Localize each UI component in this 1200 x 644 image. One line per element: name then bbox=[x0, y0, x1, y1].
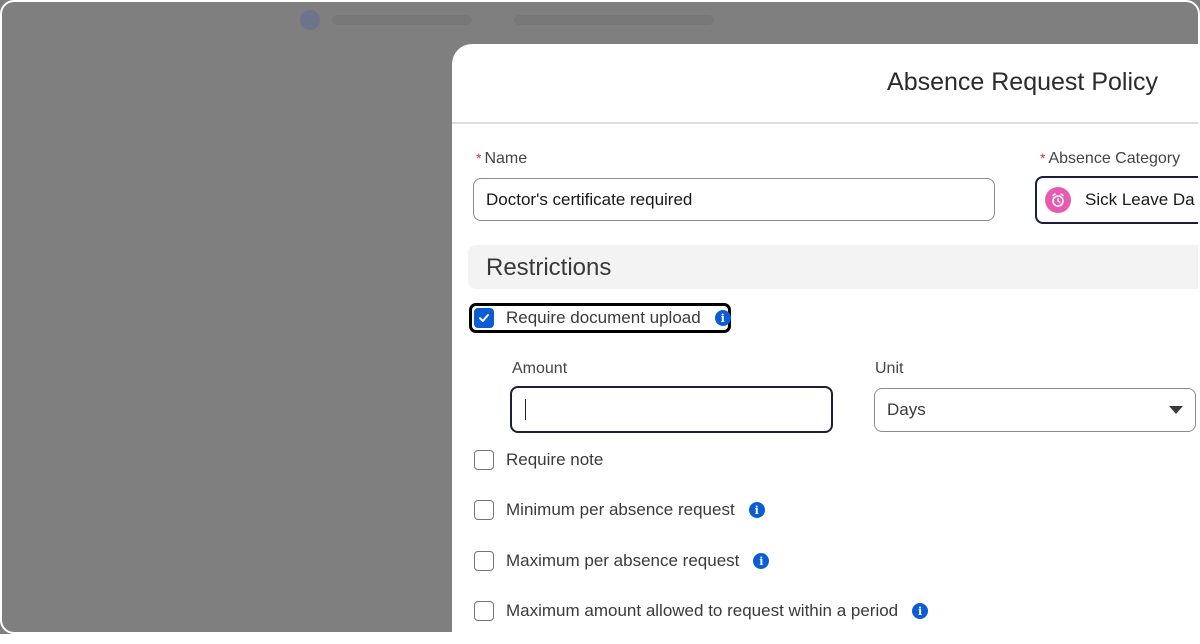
amount-label: Amount bbox=[512, 360, 568, 377]
name-input[interactable] bbox=[473, 178, 995, 221]
background-toolbar bbox=[300, 8, 714, 32]
caret-down-icon bbox=[1169, 406, 1183, 414]
amount-input[interactable] bbox=[510, 386, 833, 433]
text-cursor bbox=[525, 399, 526, 420]
required-asterisk: * bbox=[1040, 150, 1046, 166]
unit-label: Unit bbox=[875, 360, 904, 377]
absence-category-combobox[interactable]: Sick Leave Da bbox=[1035, 176, 1200, 224]
background-bar bbox=[514, 15, 714, 25]
modal-title: Absence Request Policy bbox=[887, 68, 1158, 96]
name-label: * Name bbox=[476, 150, 528, 167]
absence-category-value: Sick Leave Da bbox=[1085, 190, 1195, 209]
background-bar bbox=[332, 15, 472, 25]
unit-select[interactable]: Days bbox=[874, 388, 1196, 432]
info-icon[interactable]: i bbox=[753, 553, 770, 569]
maximum-within-period-label: Maximum amount allowed to request within… bbox=[506, 601, 899, 620]
minimum-per-request-checkbox[interactable] bbox=[474, 500, 494, 520]
require-document-upload-checkbox[interactable] bbox=[474, 308, 494, 328]
require-document-upload-label: Require document upload bbox=[506, 308, 701, 327]
info-icon[interactable]: i bbox=[748, 502, 765, 518]
absence-category-label: * Absence Category bbox=[1040, 150, 1181, 167]
require-note-checkbox[interactable] bbox=[474, 450, 494, 470]
alarm-clock-icon bbox=[1045, 187, 1071, 213]
unit-select-value: Days bbox=[887, 400, 926, 419]
restrictions-title: Restrictions bbox=[486, 254, 612, 281]
maximum-within-period-row[interactable]: Maximum amount allowed to request within… bbox=[474, 601, 929, 621]
background-app-icon bbox=[300, 10, 320, 30]
require-note-row[interactable]: Require note bbox=[474, 450, 603, 470]
required-asterisk: * bbox=[476, 150, 482, 166]
info-icon[interactable]: i bbox=[912, 603, 929, 619]
modal-header: Absence Request Policy bbox=[452, 44, 1200, 124]
checkmark-icon bbox=[479, 314, 489, 322]
minimum-per-request-row[interactable]: Minimum per absence request i bbox=[474, 500, 765, 520]
maximum-per-request-label: Maximum per absence request bbox=[506, 551, 740, 570]
require-document-upload-row[interactable]: Require document upload i bbox=[474, 308, 731, 328]
require-note-label: Require note bbox=[506, 450, 604, 469]
restrictions-section-header: Restrictions bbox=[468, 245, 1200, 289]
maximum-within-period-checkbox[interactable] bbox=[474, 601, 494, 621]
absence-policy-modal: Absence Request Policy *Name *Absence Ca… bbox=[452, 44, 1200, 644]
maximum-per-request-row[interactable]: Maximum per absence request i bbox=[474, 551, 770, 571]
maximum-per-request-checkbox[interactable] bbox=[474, 551, 494, 571]
info-icon[interactable]: i bbox=[714, 310, 731, 326]
minimum-per-request-label: Minimum per absence request bbox=[506, 500, 735, 519]
